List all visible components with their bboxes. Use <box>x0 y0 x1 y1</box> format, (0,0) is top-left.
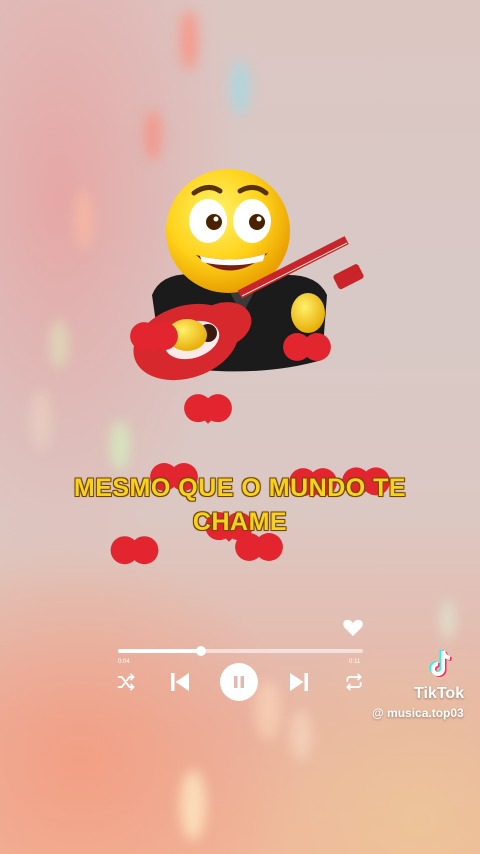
bokeh-light <box>110 420 130 470</box>
repeat-icon[interactable] <box>341 667 367 697</box>
bokeh-light <box>30 390 52 450</box>
heart-outline-icon[interactable] <box>342 617 364 639</box>
floating-heart <box>249 537 269 557</box>
progress-knob[interactable] <box>196 646 207 656</box>
emoji-guitar-illustration <box>122 165 372 405</box>
bokeh-light <box>50 320 68 368</box>
floating-heart <box>125 540 144 559</box>
tiktok-brand-text: TikTok <box>414 685 465 702</box>
lyrics-line-2: CHAME <box>192 508 288 536</box>
progress-fill <box>118 649 202 653</box>
tiktok-logo-icon <box>428 648 458 680</box>
bokeh-light <box>290 710 312 760</box>
current-time: 0:04 <box>118 659 130 665</box>
total-time: 0:11 <box>349 659 361 665</box>
floating-heart <box>297 337 317 357</box>
skip-previous-icon[interactable] <box>166 667 194 697</box>
floating-heart <box>141 326 167 352</box>
progress-bar[interactable] <box>118 646 363 656</box>
bokeh-light <box>75 190 93 250</box>
skip-next-icon[interactable] <box>285 667 313 697</box>
floating-heart <box>195 398 221 424</box>
bokeh-light <box>440 600 456 640</box>
shuffle-icon[interactable] <box>113 667 139 697</box>
lyrics-line-1: MESMO QUE O MUNDO TE <box>73 474 407 502</box>
bokeh-light <box>180 10 198 70</box>
bokeh-light <box>230 60 250 115</box>
tiktok-username: @ musica.top03 <box>372 706 464 720</box>
bokeh-light <box>145 110 161 160</box>
bokeh-light <box>180 770 206 840</box>
bokeh-light <box>255 680 281 740</box>
pause-icon[interactable] <box>220 663 258 701</box>
